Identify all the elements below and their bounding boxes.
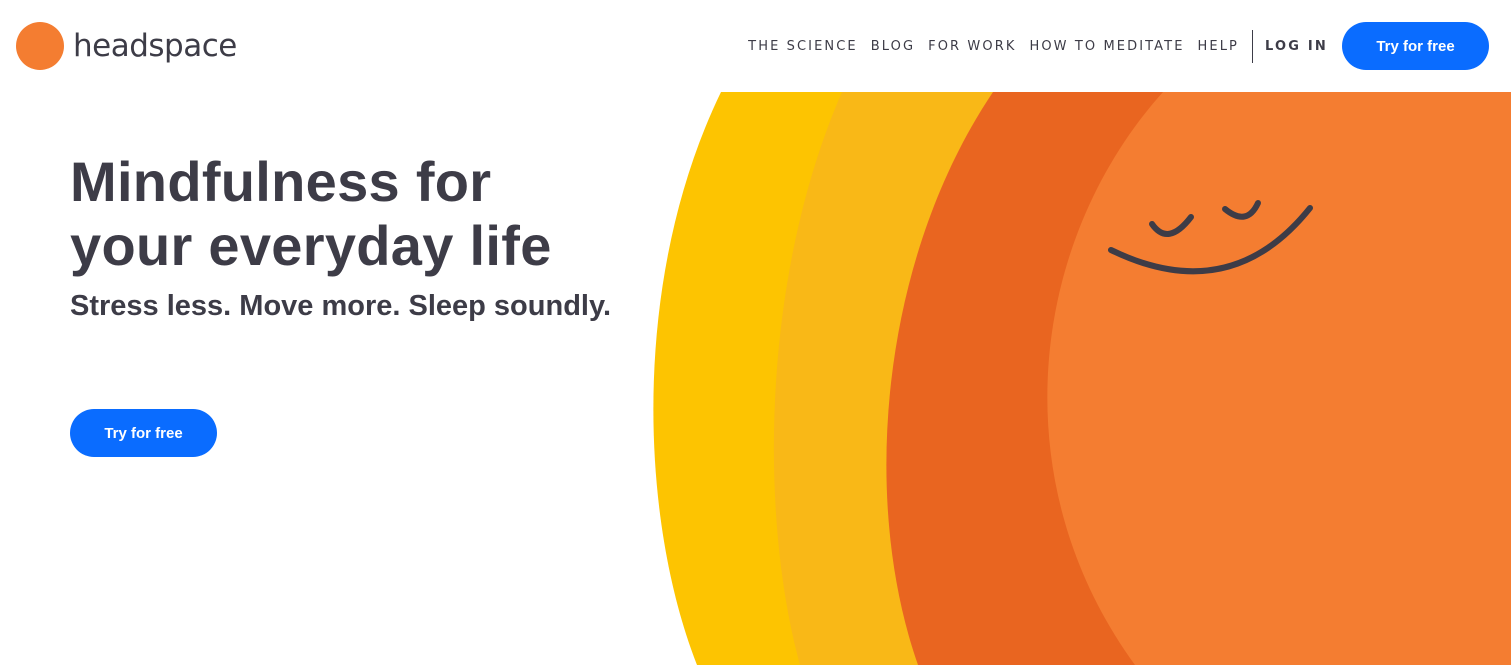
login-link[interactable]: LOG IN xyxy=(1265,39,1328,54)
nav-link-for-work[interactable]: FOR WORK xyxy=(928,39,1016,54)
top-nav: THE SCIENCE BLOG FOR WORK HOW TO MEDITAT… xyxy=(748,22,1489,70)
hero-title-line-2: your everyday life xyxy=(70,214,552,277)
hero-try-for-free-button[interactable]: Try for free xyxy=(70,409,217,457)
site-header: headspace THE SCIENCE BLOG FOR WORK HOW … xyxy=(0,0,1511,92)
hero-title-line-1: Mindfulness for xyxy=(70,150,492,213)
page: headspace THE SCIENCE BLOG FOR WORK HOW … xyxy=(0,0,1511,665)
orange-circle-logo-icon xyxy=(16,22,64,70)
headspace-logo-link[interactable]: headspace xyxy=(16,22,237,70)
orange-face xyxy=(1047,92,1511,665)
nav-link-how-to-meditate[interactable]: HOW TO MEDITATE xyxy=(1029,39,1184,54)
hero-title: Mindfulness for your everyday life xyxy=(70,150,552,278)
brand-name: headspace xyxy=(73,28,237,64)
nav-divider xyxy=(1252,29,1253,63)
nav-link-the-science[interactable]: THE SCIENCE xyxy=(748,39,858,54)
nav-link-help[interactable]: HELP xyxy=(1198,39,1239,54)
hero-subtitle: Stress less. Move more. Sleep soundly. xyxy=(70,290,612,322)
nav-link-blog[interactable]: BLOG xyxy=(871,39,915,54)
header-try-for-free-button[interactable]: Try for free xyxy=(1342,22,1489,70)
